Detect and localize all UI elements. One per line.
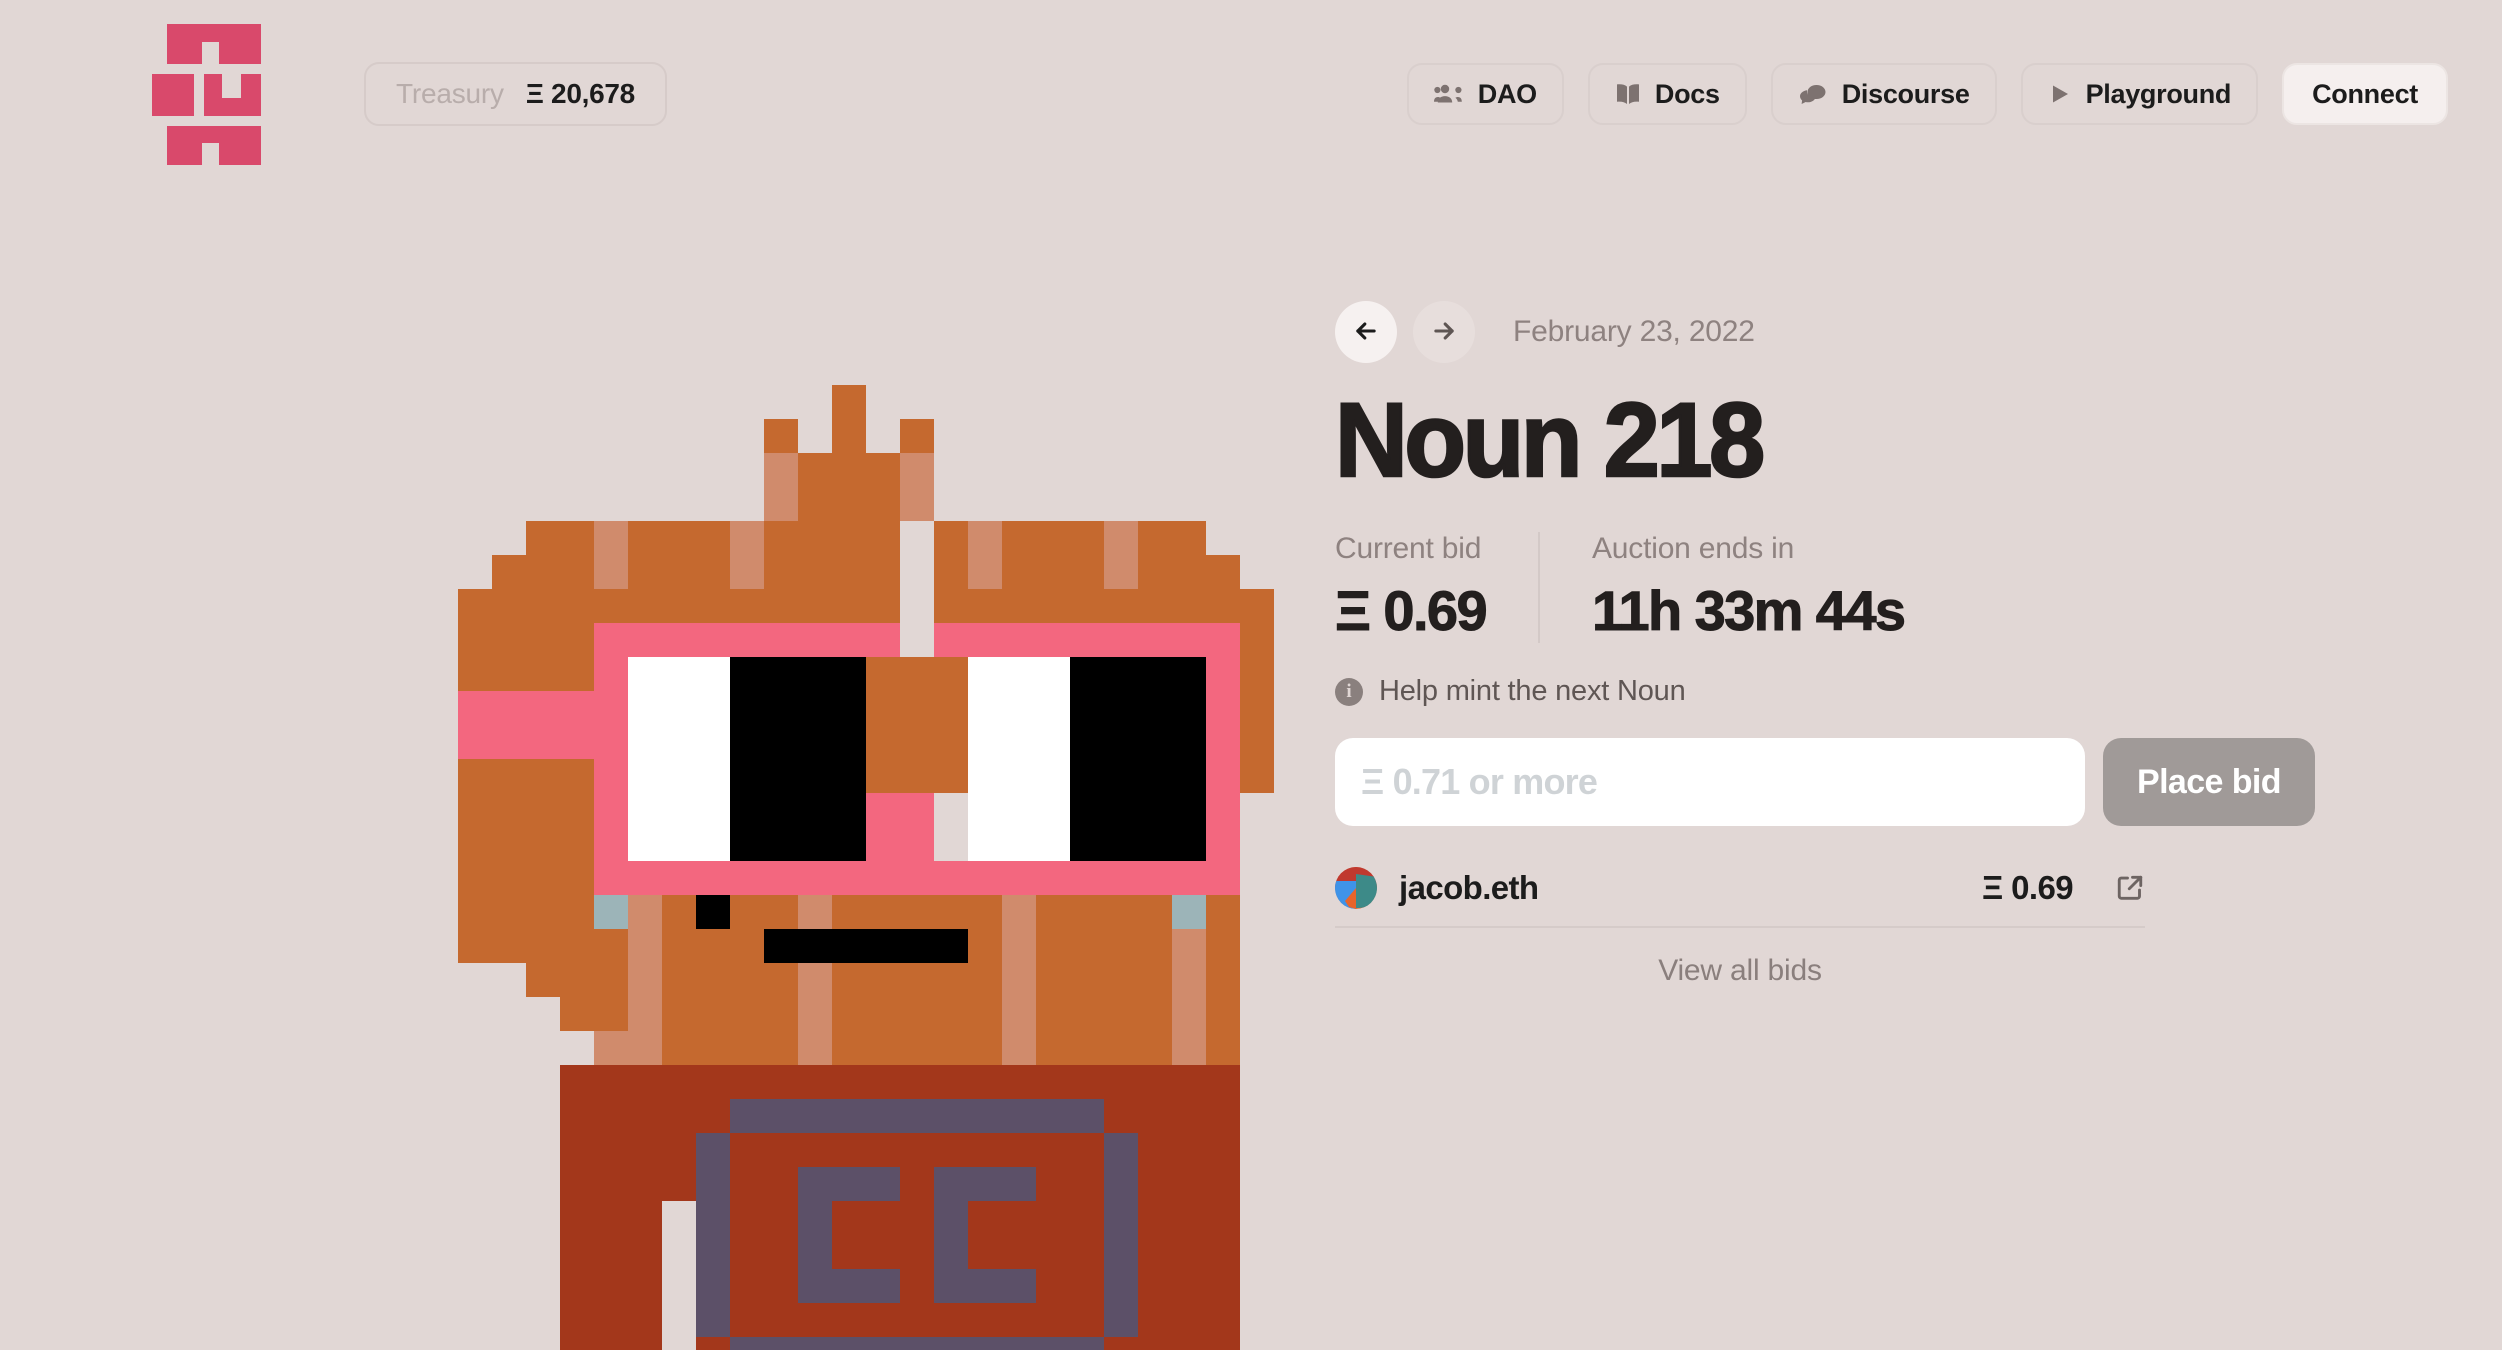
logo-container[interactable] [110,21,320,167]
nav-button-dao[interactable]: DAO [1406,63,1564,125]
arrow-right-icon [1430,317,1458,348]
bid-amount-input[interactable] [1335,738,2085,827]
info-icon: i [1335,677,1363,706]
people-icon [1433,82,1464,106]
noun-artwork [0,380,1274,1350]
auction-panel: February 23, 2022 Noun 218 Current bid Ξ… [1334,300,2415,988]
bid-form: Place bid [1335,738,2415,827]
play-icon [2048,82,2072,106]
bid-list: jacob.eth Ξ 0.69 [1335,850,2145,929]
current-bid-label: Current bid [1335,532,1482,566]
nav-label-playground: Playground [2085,78,2232,109]
help-mint-label: Help mint the next Noun [1379,675,1686,708]
prev-noun-button[interactable] [1335,301,1397,363]
chat-bubble-icon [1798,82,1828,106]
connect-wallet-button[interactable]: Connect [2282,63,2448,125]
current-bid-stat: Current bid Ξ 0.69 [1335,532,1538,643]
nav-label-dao: DAO [1477,78,1537,109]
nav-label-discourse: Discourse [1841,78,1970,109]
place-bid-button[interactable]: Place bid [2103,738,2315,827]
main-nav: DAO Docs Discourse Playground Connect [1406,63,2448,125]
treasury-label: Treasury [396,78,504,109]
help-mint-link[interactable]: i Help mint the next Noun [1335,675,2415,708]
top-header: Treasury Ξ 20,678 DAO Docs Discourse Pla… [0,0,2502,188]
nav-button-discourse[interactable]: Discourse [1770,63,1997,125]
bid-amount: Ξ 0.69 [1981,869,2074,907]
connect-label: Connect [2312,78,2418,109]
nav-button-docs[interactable]: Docs [1587,63,1747,125]
auction-stats: Current bid Ξ 0.69 Auction ends in 11h 3… [1335,532,2415,644]
nav-label-docs: Docs [1654,78,1720,109]
view-all-bids-link[interactable]: View all bids [1335,954,2145,988]
book-icon [1615,82,1641,106]
nouns-noggles-logo[interactable] [152,21,270,167]
nav-button-playground[interactable]: Playground [2020,63,2259,125]
auction-countdown: 11h 33m 44s [1591,579,1906,643]
bid-row-item: jacob.eth Ξ 0.69 [1335,850,2145,929]
noun-pixel-grid [390,385,1478,1350]
arrow-left-icon [1352,317,1380,348]
current-bid-value: Ξ 0.69 [1335,579,1489,643]
treasury-value: Ξ 20,678 [525,78,635,109]
page-title: Noun 218 [1334,382,1767,499]
external-link-icon[interactable] [2115,873,2145,903]
date-navigation: February 23, 2022 [1335,300,2415,364]
next-noun-button[interactable] [1413,301,1475,363]
auction-ends-label: Auction ends in [1592,532,1795,566]
auction-date: February 23, 2022 [1513,315,1755,348]
treasury-pill[interactable]: Treasury Ξ 20,678 [364,62,667,126]
auction-ends-stat: Auction ends in 11h 33m 44s [1538,532,1956,644]
bidder-name: jacob.eth [1399,869,1539,907]
avatar [1335,867,1377,910]
